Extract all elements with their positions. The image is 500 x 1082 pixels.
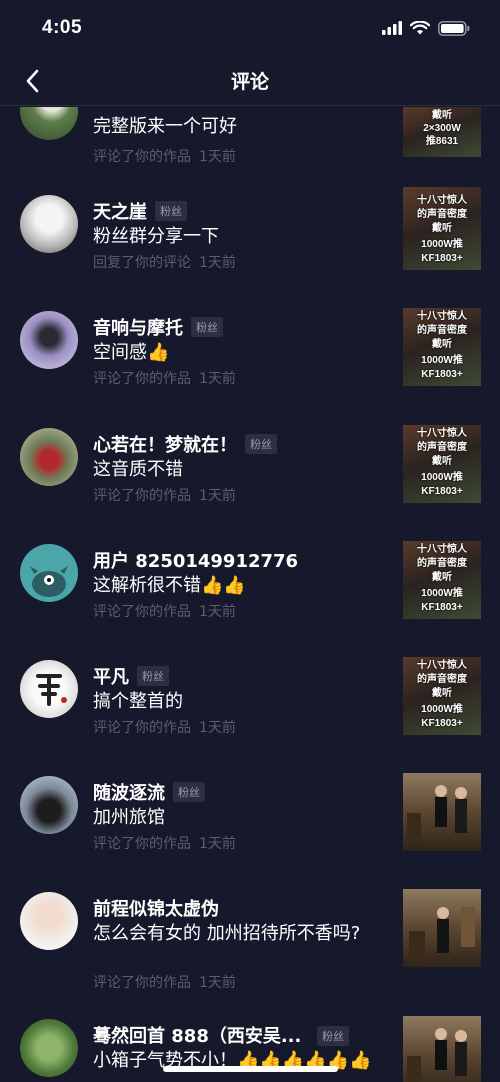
wifi-icon [410, 21, 430, 35]
comment-text: 怎么会有女的 加州招待所不香吗? [93, 923, 361, 944]
video-thumbnail[interactable]: 十八寸惊人 的声音密度 戴听 1000W推 KF1803+ [403, 541, 481, 619]
user-name-row: 用户 8250149912776 [93, 547, 298, 573]
status-time: 4:05 [42, 17, 83, 38]
user-name-row: 前程似锦太虚伪 [93, 895, 219, 921]
user-name-row: 随波逐流 粉丝 [93, 779, 205, 805]
signal-icon [382, 21, 402, 35]
avatar[interactable] [20, 107, 78, 140]
comment-meta: 评论了你的作品 1天前 [93, 371, 236, 387]
avatar-monster-icon [30, 566, 68, 597]
fan-badge: 粉丝 [137, 666, 169, 686]
avatar[interactable] [20, 311, 78, 369]
avatar[interactable] [20, 776, 78, 834]
video-thumbnail[interactable]: 十八寸惊人 的声音密度 戴听 1000W推 KF1803+ [403, 425, 481, 503]
comment-meta: 评论了你的作品 1天前 [93, 975, 236, 991]
list-item[interactable]: 随波逐流 粉丝 加州旅馆 评论了你的作品 1天前 [0, 773, 500, 873]
user-name[interactable]: 随波逐流 [93, 779, 165, 805]
video-thumbnail[interactable] [403, 773, 481, 851]
list-item[interactable]: 天之崖 粉丝 粉丝群分享一下 回复了你的评论 1天前 十八寸惊人 的声音密度 戴听… [0, 192, 500, 292]
list-item[interactable]: 前程似锦太虚伪 怎么会有女的 加州招待所不香吗? 评论了你的作品 1天前 [0, 889, 500, 1009]
video-thumbnail[interactable]: 十八寸惊人 的声音密度 戴听 1000W推 KF1803+ [403, 657, 481, 735]
nav-header: 评论 [0, 56, 500, 106]
fan-badge: 粉丝 [155, 201, 187, 221]
video-thumbnail[interactable] [403, 1016, 481, 1082]
user-name[interactable]: 蓦然回首 888（西安吴... [93, 1022, 301, 1048]
comment-text: 搞个整首的 [93, 691, 183, 712]
comment-notification-list[interactable]: 完整版来一个可好 评论了你的作品 1天前 戴听 2×300W 推8631 天之崖 … [0, 107, 500, 1082]
avatar[interactable] [20, 428, 78, 486]
user-name[interactable]: 心若在！梦就在！ [93, 431, 237, 457]
video-thumbnail[interactable]: 戴听 2×300W 推8631 [403, 107, 481, 157]
comment-text: 空间感👍 [93, 342, 170, 363]
home-indicator [163, 1066, 338, 1072]
comment-text: 加州旅馆 [93, 807, 165, 828]
user-name-row: 心若在！梦就在！ 粉丝 [93, 431, 277, 457]
comment-text: 这音质不错 [93, 459, 183, 480]
fan-badge: 粉丝 [317, 1026, 349, 1046]
list-item[interactable]: 蓦然回首 888（西安吴... 粉丝 小箱子气势不小！👍👍👍👍👍👍 [0, 1016, 500, 1082]
back-button[interactable] [14, 62, 50, 100]
user-name[interactable]: 用户 8250149912776 [93, 547, 298, 573]
video-thumbnail[interactable]: 十八寸惊人 的声音密度 戴听 1000W推 KF1803+ [403, 308, 481, 386]
comment-text: 粉丝群分享一下 [93, 226, 219, 247]
comment-meta: 评论了你的作品 1天前 [93, 488, 236, 504]
user-name-row: 音响与摩托 粉丝 [93, 314, 223, 340]
avatar[interactable] [20, 660, 78, 718]
list-item[interactable]: 心若在！梦就在！ 粉丝 这音质不错 评论了你的作品 1天前 十八寸惊人 的声音密度… [0, 425, 500, 525]
user-name-row: 天之崖 粉丝 [93, 198, 187, 224]
video-thumbnail[interactable] [403, 889, 481, 967]
fan-badge: 粉丝 [191, 317, 223, 337]
page-title: 评论 [230, 71, 269, 93]
people-photo-icon [407, 1028, 467, 1082]
status-bar: 4:05 [0, 0, 500, 56]
comment-text: 完整版来一个可好 [93, 116, 237, 137]
avatar[interactable] [20, 1019, 78, 1077]
chevron-left-icon [26, 69, 39, 93]
comment-meta: 评论了你的作品 1天前 [93, 720, 236, 736]
user-name[interactable]: 平凡 [93, 663, 129, 689]
people-photo-icon [407, 785, 467, 843]
list-item[interactable]: 音响与摩托 粉丝 空间感👍 评论了你的作品 1天前 十八寸惊人 的声音密度 戴听 … [0, 308, 500, 408]
fan-badge: 粉丝 [245, 434, 277, 454]
list-item[interactable]: 平凡 粉丝 搞个整首的 评论了你的作品 1天前 十八寸惊人 的声音密度 戴听 10… [0, 657, 500, 757]
comment-meta: 评论了你的作品 1天前 [93, 836, 236, 852]
avatar[interactable] [20, 892, 78, 950]
avatar[interactable] [20, 544, 78, 602]
list-item[interactable]: 用户 8250149912776 这解析很不错👍👍 评论了你的作品 1天前 十八寸… [0, 541, 500, 641]
status-icons [382, 20, 470, 36]
comment-meta: 回复了你的评论 1天前 [93, 255, 236, 271]
comment-meta: 评论了你的作品 1天前 [93, 149, 236, 165]
user-name[interactable]: 天之崖 [93, 198, 147, 224]
fan-badge: 粉丝 [173, 782, 205, 802]
battery-icon [438, 20, 470, 36]
user-name-row: 平凡 粉丝 [93, 663, 169, 689]
comment-text: 这解析很不错👍👍 [93, 575, 246, 596]
user-name-row: 蓦然回首 888（西安吴... [93, 1022, 353, 1048]
people-photo-icon [409, 907, 475, 961]
comment-meta: 评论了你的作品 1天前 [93, 604, 236, 620]
avatar[interactable] [20, 195, 78, 253]
user-name[interactable]: 音响与摩托 [93, 314, 183, 340]
avatar-calligraphy-icon [36, 674, 67, 706]
video-thumbnail[interactable]: 十八寸惊人 的声音密度 戴听 1000W推 KF1803+ [403, 192, 481, 270]
user-name[interactable]: 前程似锦太虚伪 [93, 895, 219, 921]
